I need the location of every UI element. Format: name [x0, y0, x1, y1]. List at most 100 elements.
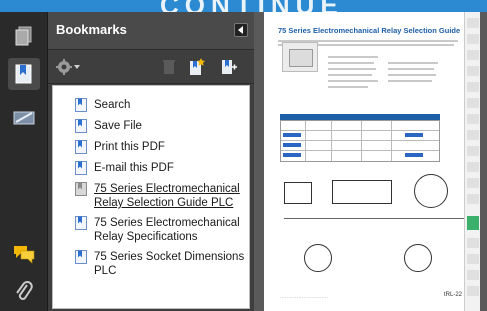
strip-cell	[467, 98, 479, 108]
part-link-cell	[405, 133, 423, 137]
strip-cell	[467, 238, 479, 248]
table-col	[305, 121, 306, 161]
bookmarks-panel-header: Bookmarks	[48, 12, 254, 50]
document-title: 75 Series Electromechanical Relay Select…	[278, 26, 461, 35]
chevron-down-icon	[74, 65, 80, 69]
part-number-cell	[283, 133, 301, 137]
wiring-diagram	[404, 244, 432, 272]
attachments-tool-button[interactable]	[8, 276, 40, 308]
options-button[interactable]	[56, 58, 80, 76]
tool-rail	[0, 12, 48, 311]
bookmarks-tool-button[interactable]	[8, 58, 40, 90]
strip-cell	[467, 130, 479, 140]
signatures-tool-button[interactable]	[8, 102, 40, 134]
trash-icon	[163, 60, 175, 74]
panel-title: Bookmarks	[56, 22, 127, 37]
strip-cell	[467, 286, 479, 296]
strip-cell	[467, 66, 479, 76]
socket-drawing	[414, 174, 448, 208]
strip-cell	[467, 146, 479, 156]
strip-cell	[467, 178, 479, 188]
pdf-page: 75 Series Electromechanical Relay Select…	[264, 12, 480, 311]
acrobat-window: CONTINUE	[0, 0, 487, 311]
bookmark-item[interactable]: Save File	[75, 119, 249, 133]
delete-bookmark-button[interactable]	[162, 58, 176, 76]
new-bookmark-button[interactable]	[188, 58, 206, 76]
comments-tool-button[interactable]	[8, 238, 40, 270]
strip-cell	[467, 34, 479, 44]
relay-product-image	[282, 42, 318, 72]
bookmark-label: Save File	[94, 120, 142, 132]
text-line	[328, 68, 376, 70]
text-line	[388, 80, 432, 82]
part-link-cell	[405, 153, 423, 157]
bookmark-item[interactable]: Search	[75, 98, 249, 112]
signatures-icon	[13, 111, 35, 125]
bookmark-icon	[75, 119, 87, 133]
bookmark-icon	[75, 98, 87, 112]
banner-text: CONTINUE	[160, 0, 344, 12]
bookmark-label: Print this PDF	[94, 141, 165, 153]
selection-table	[280, 120, 440, 162]
pages-tool-button[interactable]	[8, 20, 40, 52]
text-line	[388, 74, 436, 76]
text-line	[328, 86, 368, 88]
dimension-drawing	[284, 182, 312, 204]
strip-cell	[467, 114, 479, 124]
text-line	[388, 68, 434, 70]
expand-bookmark-icon	[222, 60, 237, 74]
strip-cell	[467, 254, 479, 264]
bookmark-label: E-mail this PDF	[94, 162, 174, 174]
bookmark-icon	[75, 161, 87, 175]
expand-bookmark-button[interactable]	[220, 58, 238, 76]
footer-page: tRL-22	[444, 292, 463, 298]
bookmark-icon	[75, 250, 87, 264]
gear-icon	[56, 59, 72, 75]
bookmark-label: 75 Series Socket Dimensions PLC	[94, 251, 245, 277]
strip-cell	[467, 162, 479, 172]
bookmark-icon	[75, 182, 87, 196]
bookmarks-icon	[15, 64, 32, 84]
bookmark-icon	[75, 140, 87, 154]
text-line	[328, 74, 372, 76]
strip-cell	[467, 50, 479, 60]
document-viewer[interactable]: 75 Series Electromechanical Relay Select…	[254, 12, 487, 311]
bookmark-item-selected[interactable]: 75 Series Electromechanical Relay Select…	[75, 182, 249, 210]
pages-icon	[15, 26, 32, 46]
wiring-diagram	[304, 244, 332, 272]
text-line	[388, 62, 438, 64]
page-side-strip	[464, 12, 480, 311]
top-banner: CONTINUE	[0, 0, 487, 12]
divider	[284, 218, 464, 219]
bookmark-icon	[75, 216, 87, 230]
part-number-cell	[283, 143, 301, 147]
strip-cell	[467, 18, 479, 28]
comments-icon	[14, 246, 35, 264]
footer-url: ·····························	[280, 295, 329, 301]
chevron-left-icon	[238, 26, 243, 34]
attachments-icon	[16, 281, 33, 300]
text-line	[328, 56, 378, 58]
table-col	[391, 121, 392, 161]
collapse-panel-button[interactable]	[234, 23, 248, 37]
bookmark-item[interactable]: 75 Series Electromechanical Relay Specif…	[75, 216, 249, 244]
table-col	[331, 121, 332, 161]
part-number-cell	[283, 153, 301, 157]
bookmark-label: 75 Series Electromechanical Relay Specif…	[94, 217, 240, 243]
bookmark-label: 75 Series Electromechanical Relay Select…	[94, 183, 240, 209]
bookmark-item[interactable]: 75 Series Socket Dimensions PLC	[75, 250, 249, 278]
table-col	[361, 121, 362, 161]
bookmark-item[interactable]: Print this PDF	[75, 140, 249, 154]
text-line	[328, 62, 374, 64]
strip-cell-active	[467, 216, 479, 230]
bookmark-item[interactable]: E-mail this PDF	[75, 161, 249, 175]
bookmarks-toolbar	[48, 50, 254, 84]
strip-cell	[467, 194, 479, 204]
strip-cell	[467, 270, 479, 280]
bookmark-list: Search Save File Print this PDF E-mail t…	[52, 85, 250, 309]
new-bookmark-icon	[190, 58, 205, 75]
text-line	[328, 80, 378, 82]
bookmark-label: Search	[94, 99, 131, 111]
dimension-drawing	[332, 180, 392, 204]
strip-cell	[467, 82, 479, 92]
